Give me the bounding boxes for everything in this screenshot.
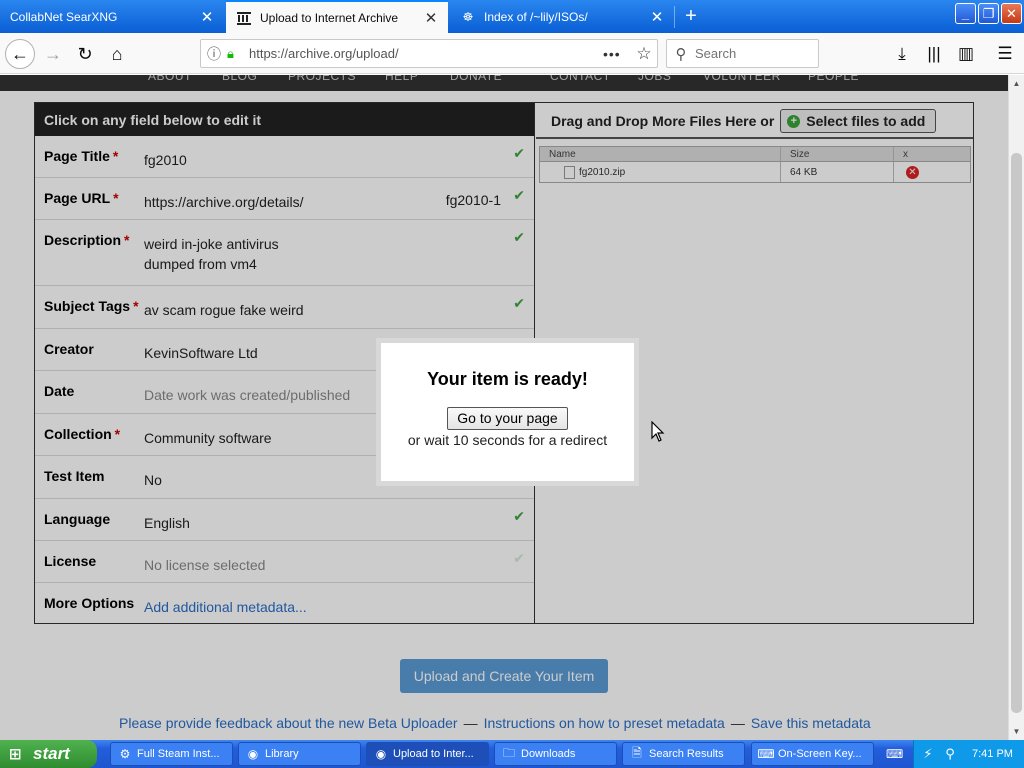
tab-label: Upload to Internet Archive [260, 10, 399, 25]
dialog-title: Your item is ready! [427, 369, 588, 389]
tab-searxng[interactable]: CollabNet SearXNG ✕ [0, 0, 224, 33]
address-bar[interactable]: ⓘ 🔒︎ https://archive.org/upload/ ••• ☆ [200, 39, 658, 68]
archive-favicon-icon [236, 10, 252, 26]
taskbar-item[interactable]: 🗀 Downloads [494, 742, 617, 766]
lock-icon: 🔒︎ [227, 45, 234, 61]
scroll-up-icon[interactable]: ▲ [1009, 75, 1024, 92]
tab-label: Index of /~lily/ISOs/ [484, 9, 588, 24]
search-input[interactable]: ⚲ Search [666, 39, 819, 68]
taskbar-item[interactable]: ⌨ On-Screen Key... [751, 742, 874, 766]
close-icon[interactable]: ✕ [198, 8, 216, 26]
windows-logo-icon: ⊞ [9, 746, 22, 763]
home-icon[interactable]: ⌂ [102, 39, 132, 69]
tab-label: CollabNet SearXNG [10, 9, 118, 24]
taskbar-item-label: Search Results [649, 748, 724, 760]
reload-icon[interactable]: ↻ [70, 39, 100, 69]
start-label: start [33, 744, 70, 763]
library-icon[interactable]: ||| [921, 41, 947, 67]
browser-tab-strip: CollabNet SearXNG ✕ Upload to Internet A… [0, 0, 1024, 33]
mouse-pointer-icon [651, 421, 665, 442]
redirect-text: or wait 10 seconds for a redirect [407, 432, 608, 448]
vertical-scrollbar[interactable]: ▲ ▼ [1008, 75, 1024, 740]
sidebar-icon[interactable]: ▥ [953, 41, 979, 67]
info-icon[interactable]: ⓘ [201, 44, 227, 64]
taskbar-item[interactable]: 🗎 Search Results [622, 742, 745, 766]
taskbar-item-label: Upload to Inter... [393, 748, 474, 760]
steam-icon: ⚙ [119, 747, 131, 761]
system-tray: ⚡ ⚲ 7:41 PM [913, 740, 1024, 768]
search-icon: ⚲ [675, 45, 687, 63]
firefox-icon: ◉ [247, 747, 259, 761]
window-close-icon[interactable]: ✕ [1001, 3, 1022, 24]
scroll-thumb[interactable] [1011, 153, 1022, 713]
forward-arrow-icon[interactable]: → [38, 39, 68, 69]
network-icon[interactable]: ⚡ [920, 746, 936, 762]
item-ready-dialog: Your item is ready! Go to your page or w… [376, 338, 639, 486]
go-to-page-button[interactable]: Go to your page [447, 407, 568, 430]
navigation-toolbar: ← → ↻ ⌂ ⓘ 🔒︎ https://archive.org/upload/… [0, 33, 1024, 74]
taskbar-item-label: On-Screen Key... [778, 748, 862, 760]
close-icon[interactable]: ✕ [648, 8, 666, 26]
taskbar-item-label: Full Steam Inst... [137, 748, 220, 760]
clock: 7:41 PM [972, 748, 1013, 760]
scroll-down-icon[interactable]: ▼ [1009, 723, 1024, 740]
language-bar-icon[interactable]: ⌨ [886, 747, 903, 761]
tab-index-isos[interactable]: ☸ Index of /~lily/ISOs/ ✕ [450, 0, 674, 33]
search-placeholder: Search [695, 46, 737, 61]
new-tab-icon[interactable]: + [676, 0, 706, 33]
minimize-icon[interactable]: _ [955, 3, 976, 24]
taskbar-item-label: Downloads [521, 748, 576, 760]
taskbar-item[interactable]: ⚙ Full Steam Inst... [110, 742, 233, 766]
keyboard-icon: ⌨ [757, 747, 775, 761]
folder-icon: 🗀 [502, 745, 515, 760]
download-icon[interactable]: ⤓ [889, 41, 915, 67]
taskbar: ⊞ start ⚙ Full Steam Inst... ◉ Library ◉… [0, 740, 1024, 768]
page-actions-icon[interactable]: ••• [603, 46, 631, 62]
close-icon[interactable]: ✕ [422, 9, 440, 27]
tab-divider [674, 6, 675, 28]
tab-upload-archive[interactable]: Upload to Internet Archive ✕ [226, 0, 448, 33]
start-button[interactable]: ⊞ start [0, 740, 97, 768]
firefox-icon: ◉ [375, 747, 387, 761]
url-text[interactable]: https://archive.org/upload/ [245, 46, 603, 61]
taskbar-item[interactable]: ◉ Upload to Inter... [366, 742, 489, 766]
maximize-icon[interactable]: ❐ [978, 3, 999, 24]
bookmark-star-icon[interactable]: ☆ [631, 44, 657, 64]
back-arrow-icon[interactable]: ← [5, 39, 35, 69]
page-content: ABOUT BLOG PROJECTS HELP DONATE CONTACT … [0, 75, 1008, 740]
taskbar-item-label: Library [265, 748, 299, 760]
taskbar-item[interactable]: ◉ Library [238, 742, 361, 766]
page-favicon-icon: ☸ [462, 9, 474, 24]
menu-icon[interactable]: ☰ [992, 41, 1018, 67]
search-tray-icon[interactable]: ⚲ [942, 746, 958, 762]
search-results-icon: 🗎 [632, 745, 642, 760]
